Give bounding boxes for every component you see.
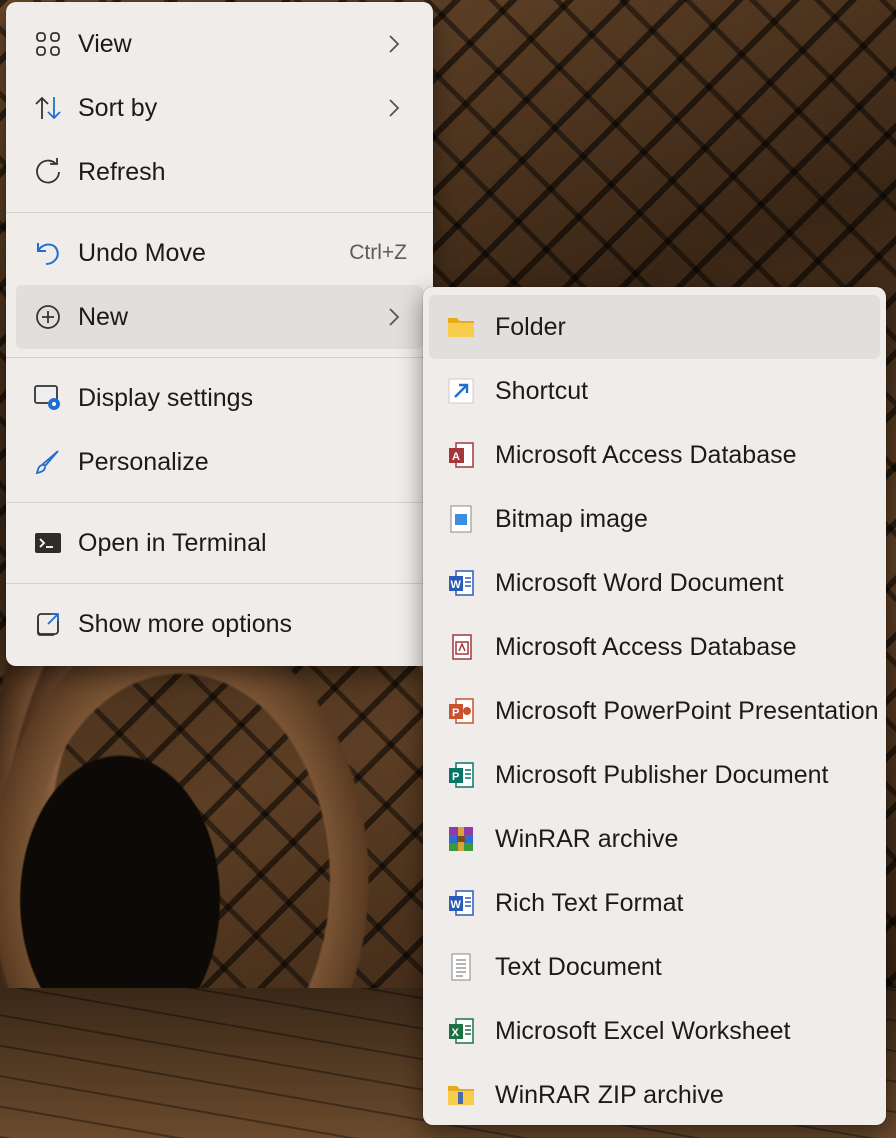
submenu-item-label: Microsoft Access Database [495,632,797,661]
submenu-item-label: Folder [495,312,566,341]
excel-icon: X [441,1011,481,1051]
desktop-context-menu: View Sort by Refresh Undo Move Ctrl+Z Ne… [6,2,433,666]
submenu-item-label: Microsoft Access Database [495,440,797,469]
submenu-item-winrar-zip-archive[interactable]: WinRAR ZIP archive [429,1063,880,1127]
menu-item-label: Refresh [78,157,166,186]
submenu-item-powerpoint-presentation[interactable]: P Microsoft PowerPoint Presentation [429,679,880,743]
submenu-item-text-document[interactable]: Text Document [429,935,880,999]
submenu-item-label: Microsoft Word Document [495,568,784,597]
submenu-item-label: Text Document [495,952,662,981]
menu-item-show-more-options[interactable]: Show more options [16,592,423,656]
submenu-item-label: Bitmap image [495,504,648,533]
submenu-item-rich-text-format[interactable]: W Rich Text Format [429,871,880,935]
refresh-icon [28,152,68,192]
menu-item-label: Sort by [78,93,158,122]
bitmap-icon [441,499,481,539]
submenu-item-label: Microsoft Publisher Document [495,760,829,789]
new-submenu: Folder Shortcut A Microsoft Access Datab… [423,287,886,1125]
shortcut-arrow-icon [441,371,481,411]
menu-separator [6,583,433,584]
access-icon: A [441,435,481,475]
text-document-icon [441,947,481,987]
menu-item-sort-by[interactable]: Sort by [16,76,423,140]
expand-icon [28,604,68,644]
submenu-item-label: Microsoft Excel Worksheet [495,1016,791,1045]
svg-text:P: P [452,707,459,719]
shortcut-hint: Ctrl+Z [349,241,407,264]
menu-item-label: View [78,29,132,58]
submenu-item-access-database[interactable]: A Microsoft Access Database [429,423,880,487]
menu-item-display-settings[interactable]: Display settings [16,366,423,430]
menu-item-open-in-terminal[interactable]: Open in Terminal [16,511,423,575]
submenu-item-folder[interactable]: Folder [429,295,880,359]
folder-icon [441,307,481,347]
menu-item-view[interactable]: View [16,12,423,76]
svg-text:P: P [452,771,459,783]
access-icon [441,627,481,667]
plus-circle-icon [28,297,68,337]
publisher-icon: P [441,755,481,795]
svg-text:W: W [451,579,462,591]
menu-item-undo-move[interactable]: Undo Move Ctrl+Z [16,221,423,285]
submenu-item-label: WinRAR archive [495,824,679,853]
word-icon: W [441,563,481,603]
submenu-item-label: Shortcut [495,376,589,405]
menu-item-label: Open in Terminal [78,528,267,557]
svg-text:A: A [452,451,460,463]
submenu-item-publisher-document[interactable]: P Microsoft Publisher Document [429,743,880,807]
menu-item-refresh[interactable]: Refresh [16,140,423,204]
submenu-item-label: Microsoft PowerPoint Presentation [495,696,879,725]
submenu-item-bitmap-image[interactable]: Bitmap image [429,487,880,551]
submenu-item-access-database[interactable]: Microsoft Access Database [429,615,880,679]
winrar-icon [441,819,481,859]
menu-item-label: Personalize [78,447,209,476]
menu-separator [6,502,433,503]
display-settings-icon [28,378,68,418]
word-icon: W [441,883,481,923]
undo-icon [28,233,68,273]
submenu-item-shortcut[interactable]: Shortcut [429,359,880,423]
menu-separator [6,357,433,358]
menu-item-new[interactable]: New [16,285,423,349]
menu-item-personalize[interactable]: Personalize [16,430,423,494]
powerpoint-icon: P [441,691,481,731]
terminal-icon [28,523,68,563]
svg-text:X: X [452,1027,460,1039]
submenu-item-label: Rich Text Format [495,888,684,917]
sort-arrows-icon [28,88,68,128]
menu-separator [6,212,433,213]
submenu-item-excel-worksheet[interactable]: X Microsoft Excel Worksheet [429,999,880,1063]
chevron-right-icon [387,306,401,328]
zip-icon [441,1075,481,1115]
brush-icon [28,442,68,482]
view-grid-icon [28,24,68,64]
menu-item-label: Undo Move [78,238,206,267]
menu-item-label: New [78,302,129,331]
submenu-item-word-document[interactable]: W Microsoft Word Document [429,551,880,615]
submenu-item-winrar-archive[interactable]: WinRAR archive [429,807,880,871]
menu-item-label: Show more options [78,609,293,638]
submenu-item-label: WinRAR ZIP archive [495,1080,724,1109]
chevron-right-icon [387,33,401,55]
chevron-right-icon [387,97,401,119]
menu-item-label: Display settings [78,383,254,412]
svg-text:W: W [451,899,462,911]
